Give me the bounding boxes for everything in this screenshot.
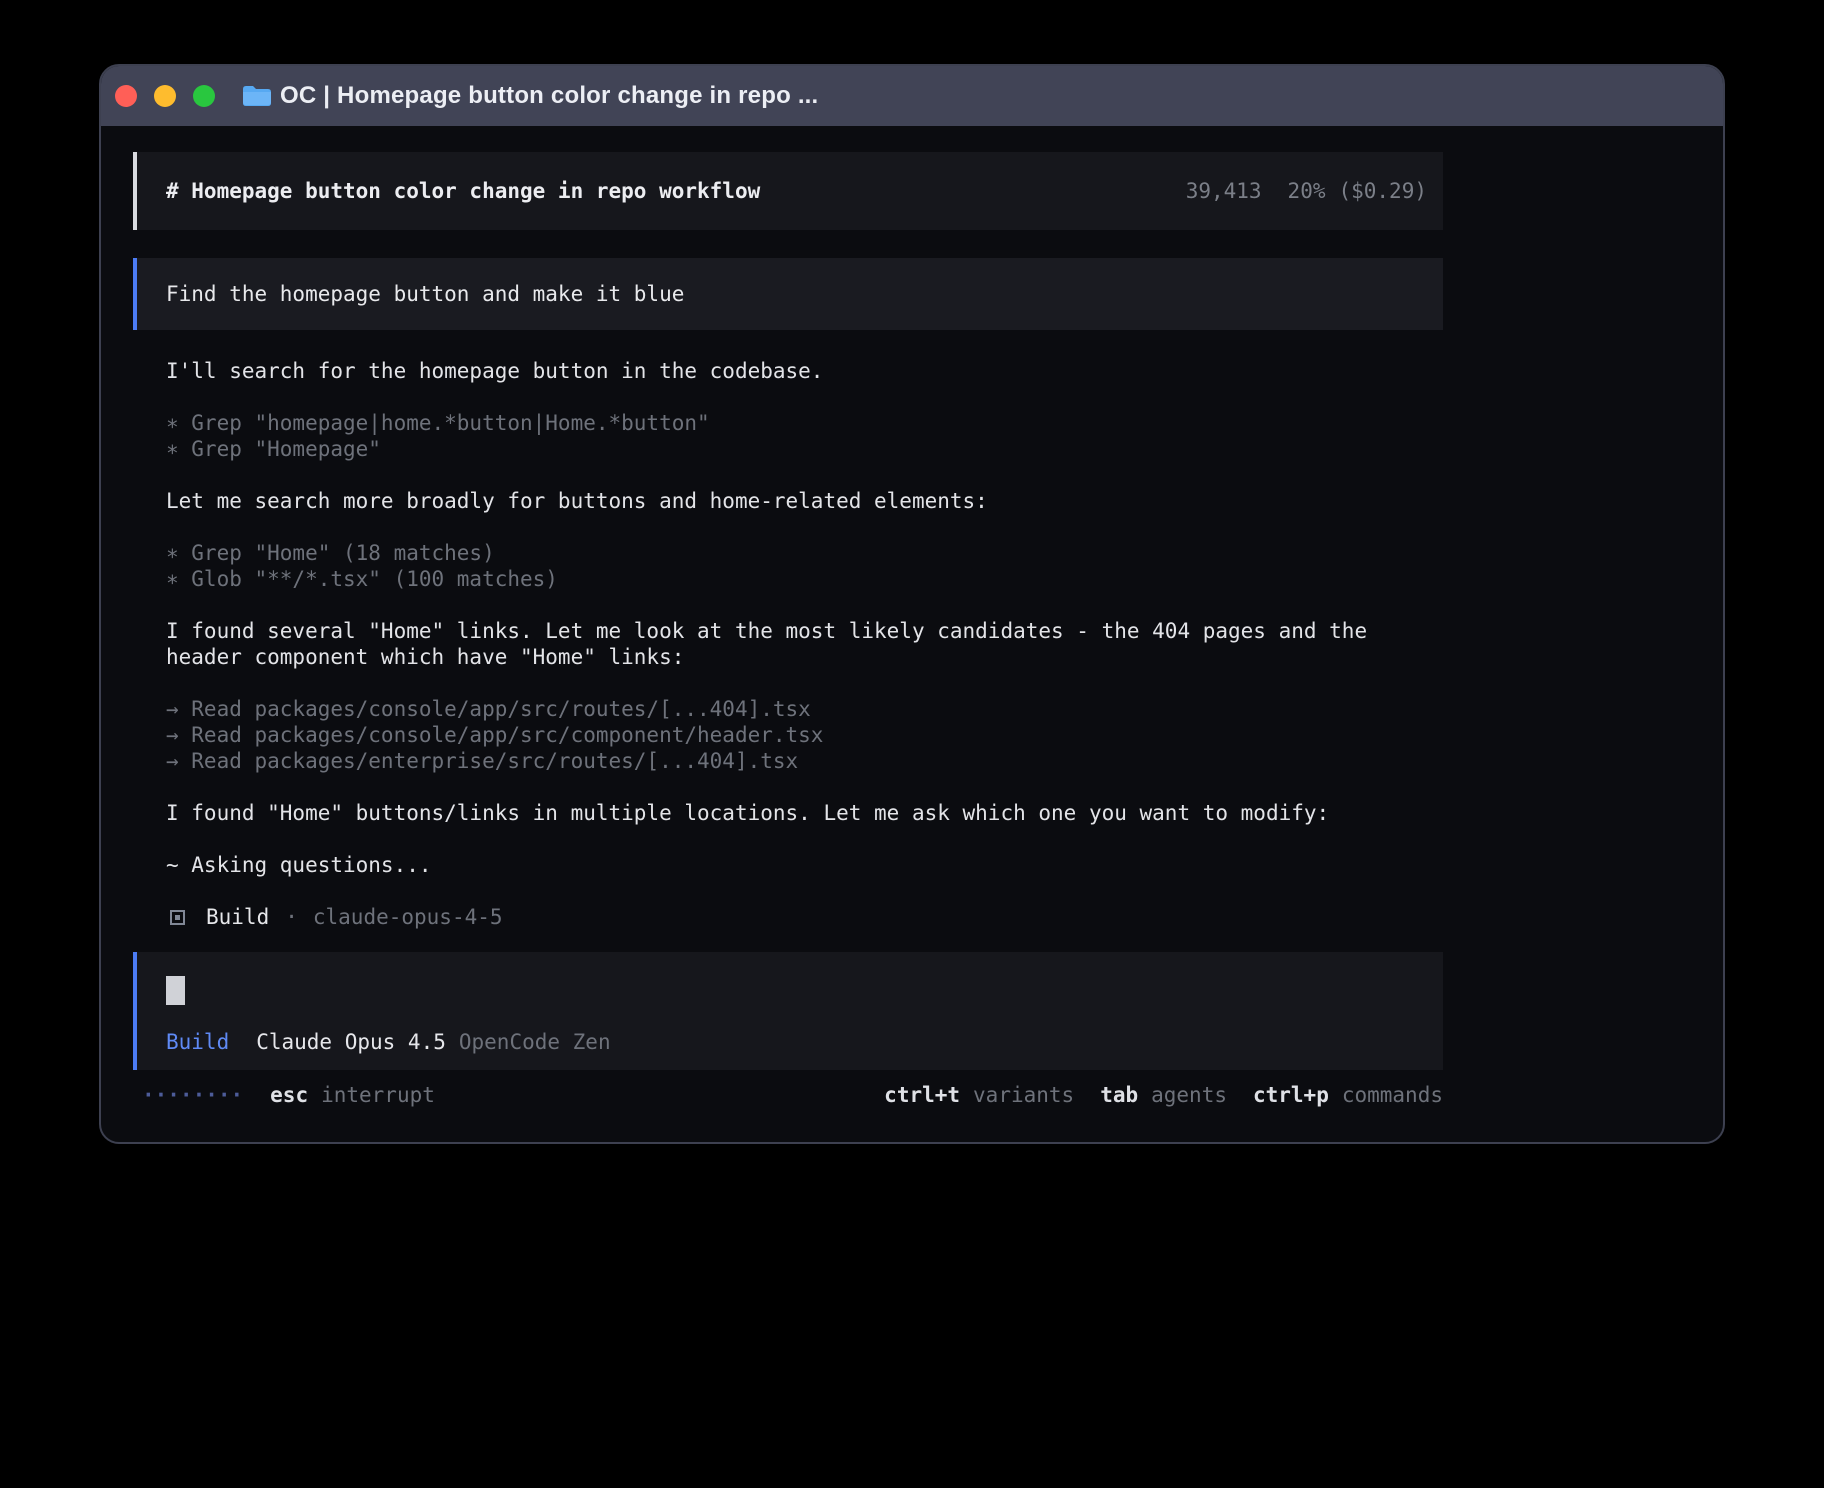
shortcut-interrupt: esc interrupt bbox=[270, 1082, 435, 1108]
key-ctrl-t: ctrl+t bbox=[884, 1082, 960, 1108]
session-stats: 39,413 20% ($0.29) bbox=[1186, 179, 1427, 203]
separator-dot: · bbox=[285, 904, 298, 930]
session-cost: ($0.29) bbox=[1338, 179, 1427, 203]
label-agents: agents bbox=[1151, 1082, 1227, 1108]
blank-line bbox=[166, 514, 1443, 540]
status-bar: ········ esc interrupt ctrl+t variants t… bbox=[133, 1082, 1443, 1108]
shortcut-agents: tab agents bbox=[1100, 1082, 1227, 1108]
assistant-text-line: I found "Home" buttons/links in multiple… bbox=[166, 800, 1443, 826]
traffic-lights bbox=[115, 85, 215, 107]
window-title: OC | Homepage button color change in rep… bbox=[280, 82, 818, 110]
tool-call-line: ∗ Grep "homepage|home.*button|Home.*butt… bbox=[166, 410, 1443, 436]
input-model-label[interactable]: Claude Opus 4.5 bbox=[256, 1029, 446, 1055]
label-interrupt: interrupt bbox=[321, 1082, 435, 1108]
shortcut-commands: ctrl+p commands bbox=[1253, 1082, 1443, 1108]
input-provider-label: OpenCode Zen bbox=[459, 1029, 611, 1055]
agent-model: claude-opus-4-5 bbox=[313, 904, 503, 930]
assistant-text-line: Let me search more broadly for buttons a… bbox=[166, 488, 1443, 514]
token-count: 39,413 bbox=[1186, 179, 1262, 203]
text-cursor bbox=[166, 976, 185, 1005]
zoom-window-button[interactable] bbox=[193, 85, 215, 107]
tool-call-line: ∗ Glob "**/*.tsx" (100 matches) bbox=[166, 566, 1443, 592]
terminal-window: OC | Homepage button color change in rep… bbox=[99, 64, 1725, 1144]
blank-line bbox=[166, 384, 1443, 410]
tool-call-line: ∗ Grep "Home" (18 matches) bbox=[166, 540, 1443, 566]
terminal-content: # Homepage button color change in repo w… bbox=[101, 126, 1723, 1142]
input-agent-label[interactable]: Build bbox=[166, 1029, 229, 1055]
prompt-input[interactable]: Build Claude Opus 4.5 OpenCode Zen bbox=[133, 952, 1443, 1070]
label-commands: commands bbox=[1342, 1082, 1443, 1108]
key-esc: esc bbox=[270, 1082, 308, 1108]
context-percent: 20% bbox=[1288, 179, 1326, 203]
tool-call-line: → Read packages/console/app/src/componen… bbox=[166, 722, 1443, 748]
agent-badge-icon bbox=[170, 910, 185, 925]
blank-line bbox=[166, 670, 1443, 696]
tool-call-line: ∗ Grep "Homepage" bbox=[166, 436, 1443, 462]
label-variants: variants bbox=[973, 1082, 1074, 1108]
session-title: # Homepage button color change in repo w… bbox=[166, 179, 760, 203]
input-status-row: Build Claude Opus 4.5 OpenCode Zen bbox=[166, 1029, 1443, 1055]
blank-line bbox=[166, 826, 1443, 852]
session-header: # Homepage button color change in repo w… bbox=[133, 152, 1443, 230]
assistant-text-line: header component which have "Home" links… bbox=[166, 644, 1443, 670]
user-message: Find the homepage button and make it blu… bbox=[133, 258, 1443, 330]
user-message-text: Find the homepage button and make it blu… bbox=[166, 282, 684, 306]
minimize-window-button[interactable] bbox=[154, 85, 176, 107]
close-window-button[interactable] bbox=[115, 85, 137, 107]
window-titlebar[interactable]: OC | Homepage button color change in rep… bbox=[101, 66, 1723, 126]
folder-icon bbox=[241, 84, 271, 108]
agent-status-line: Build · claude-opus-4-5 bbox=[133, 904, 1443, 930]
assistant-text-line: ~ Asking questions... bbox=[166, 852, 1443, 878]
shortcut-variants: ctrl+t variants bbox=[884, 1082, 1074, 1108]
agent-name: Build bbox=[206, 904, 269, 930]
assistant-transcript: I'll search for the homepage button in t… bbox=[133, 358, 1443, 878]
key-tab: tab bbox=[1100, 1082, 1138, 1108]
blank-line bbox=[166, 592, 1443, 618]
key-ctrl-p: ctrl+p bbox=[1253, 1082, 1329, 1108]
assistant-text-line: I'll search for the homepage button in t… bbox=[166, 358, 1443, 384]
tool-call-line: → Read packages/enterprise/src/routes/[.… bbox=[166, 748, 1443, 774]
tool-call-line: → Read packages/console/app/src/routes/[… bbox=[166, 696, 1443, 722]
blank-line bbox=[166, 462, 1443, 488]
blank-line bbox=[166, 774, 1443, 800]
activity-spinner-dots: ········ bbox=[142, 1082, 243, 1108]
assistant-text-line: I found several "Home" links. Let me loo… bbox=[166, 618, 1443, 644]
